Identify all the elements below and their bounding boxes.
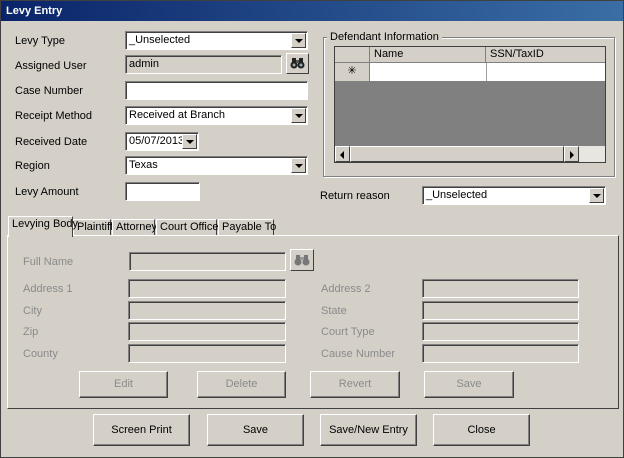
case-number-input[interactable] [125, 81, 308, 100]
assigned-user-lookup-button[interactable] [286, 53, 309, 74]
tab-levying-body[interactable]: Levying Body [8, 216, 78, 237]
cause-number-label: Cause Number [321, 348, 395, 360]
case-number-label: Case Number [15, 85, 83, 97]
full-name-input[interactable] [129, 252, 286, 271]
levy-type-select[interactable]: _Unselected [125, 31, 308, 50]
save-levying-body-button[interactable]: Save [424, 371, 514, 398]
full-name-label: Full Name [23, 256, 74, 268]
title-bar: Levy Entry [1, 1, 623, 21]
zip-input[interactable] [128, 322, 286, 341]
receipt-method-label: Receipt Method [15, 110, 93, 122]
receipt-method-select[interactable]: Received at Branch [125, 106, 308, 125]
return-reason-value: _Unselected [426, 189, 488, 201]
address1-label: Address 1 [23, 283, 73, 295]
chevron-down-icon[interactable] [589, 188, 604, 203]
state-input[interactable] [422, 301, 579, 320]
tab-attorney[interactable]: Attorney [112, 219, 157, 236]
close-button[interactable]: Close [433, 414, 530, 446]
grid-column-header[interactable]: Name [370, 47, 486, 63]
binoculars-icon [294, 255, 310, 266]
zip-label: Zip [23, 326, 39, 338]
address2-input[interactable] [422, 279, 579, 298]
full-name-lookup-button[interactable] [290, 249, 314, 271]
received-date-label: Received Date [15, 136, 88, 148]
screen-print-button[interactable]: Screen Print [93, 414, 190, 446]
receipt-method-value: Received at Branch [129, 109, 225, 121]
delete-button[interactable]: Delete [197, 371, 286, 398]
city-input[interactable] [128, 301, 286, 320]
state-label: State [321, 305, 347, 317]
received-date-picker[interactable]: 05/07/2013 [125, 132, 199, 151]
edit-button[interactable]: Edit [79, 371, 168, 398]
levy-type-label: Levy Type [15, 35, 65, 47]
assigned-user-value: admin [129, 58, 159, 70]
chevron-down-icon[interactable] [291, 33, 306, 48]
scroll-right-icon[interactable] [564, 146, 579, 162]
defendant-grid[interactable]: Name SSN/TaxID ✳ [334, 46, 606, 163]
city-label: City [23, 305, 42, 317]
revert-button[interactable]: Revert [310, 371, 400, 398]
save-new-entry-button[interactable]: Save/New Entry [320, 414, 417, 446]
levy-entry-window: Levy Entry Levy Type _Unselected Assigne… [0, 0, 624, 458]
return-reason-select[interactable]: _Unselected [422, 186, 606, 205]
tab-plaintiff[interactable]: Plaintiff [73, 219, 113, 236]
scroll-left-icon[interactable] [335, 146, 350, 162]
assigned-user-field: admin [125, 55, 282, 74]
new-row-marker-icon: ✳ [335, 63, 370, 81]
chevron-down-icon[interactable] [291, 108, 306, 123]
address1-input[interactable] [128, 279, 286, 298]
levy-amount-label: Levy Amount [15, 186, 79, 198]
region-label: Region [15, 160, 50, 172]
return-reason-label: Return reason [320, 190, 390, 202]
chevron-down-icon[interactable] [291, 158, 306, 173]
grid-cell-divider [486, 63, 487, 81]
grid-corner-cell [335, 47, 370, 63]
levy-type-value: _Unselected [129, 34, 191, 46]
region-value: Texas [129, 159, 158, 171]
save-button[interactable]: Save [207, 414, 304, 446]
grid-header: Name SSN/TaxID [335, 47, 605, 63]
tab-court-officer[interactable]: Court Officer [156, 219, 222, 236]
address2-label: Address 2 [321, 283, 371, 295]
scroll-thumb[interactable] [350, 146, 564, 162]
binoculars-icon [290, 58, 305, 69]
received-date-value: 05/07/2013 [129, 135, 185, 147]
calendar-dropdown-icon[interactable] [182, 134, 197, 149]
levy-amount-input[interactable] [125, 182, 200, 201]
grid-column-header[interactable]: SSN/TaxID [486, 47, 605, 63]
defendant-group-title: Defendant Information [327, 31, 442, 43]
court-type-label: Court Type [321, 326, 375, 338]
county-input[interactable] [128, 344, 286, 363]
grid-new-row[interactable]: ✳ [335, 63, 605, 81]
court-type-input[interactable] [422, 322, 579, 341]
window-title: Levy Entry [6, 5, 63, 17]
county-label: County [23, 348, 58, 360]
cause-number-input[interactable] [422, 344, 579, 363]
tab-payable-to[interactable]: Payable To [218, 219, 276, 236]
assigned-user-label: Assigned User [15, 60, 87, 72]
region-select[interactable]: Texas [125, 156, 308, 175]
grid-horizontal-scrollbar[interactable] [335, 146, 605, 162]
